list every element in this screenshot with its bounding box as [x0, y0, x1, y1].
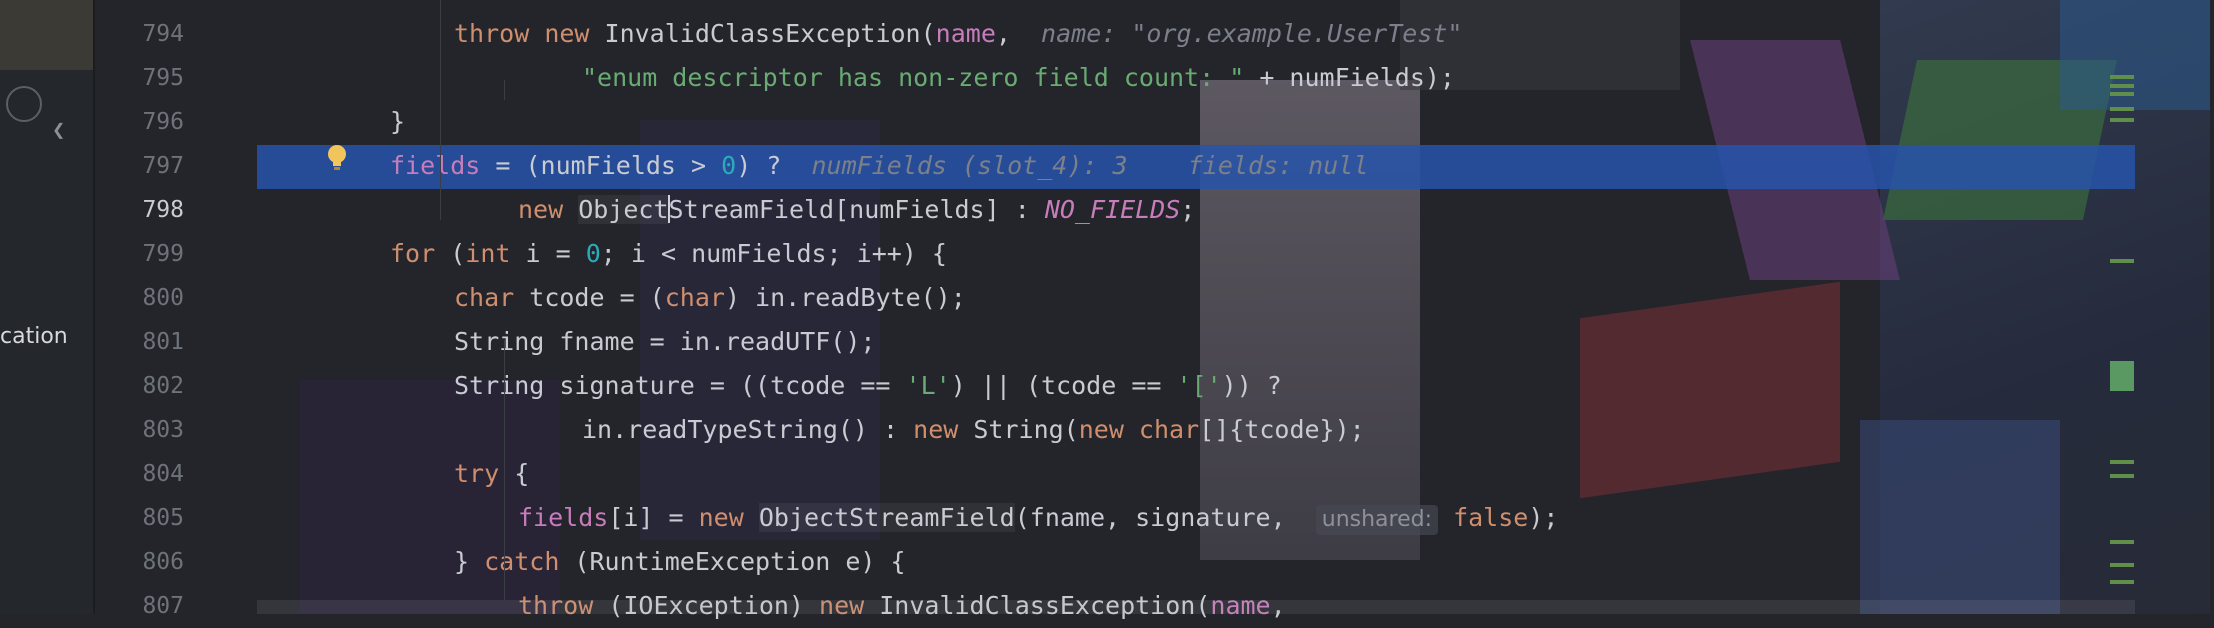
code-token: String(: [973, 415, 1079, 444]
code-token: ) in.readByte();: [724, 283, 966, 312]
code-token: NO_FIELDS: [1044, 195, 1181, 224]
code-token: {: [514, 459, 530, 488]
code-token: ) ?: [736, 151, 812, 180]
code-line[interactable]: fields[i] = new ObjectStreamField(fname,…: [518, 496, 1558, 540]
code-token: int: [465, 239, 526, 268]
line-number[interactable]: 803: [100, 408, 184, 452]
code-token: tcode = (: [529, 283, 665, 312]
code-token: new: [544, 19, 605, 48]
parameter-hint: unshared:: [1315, 505, 1438, 535]
code-token: (: [450, 239, 466, 268]
code-token: (fname, signature,: [1014, 503, 1316, 532]
line-number[interactable]: 797: [100, 144, 184, 188]
code-line[interactable]: for (int i = 0; i < numFields; i++) {: [390, 232, 947, 276]
code-token: (RuntimeException e) {: [574, 547, 906, 576]
code-token: in.readTypeString() :: [582, 415, 914, 444]
line-number[interactable]: 798: [100, 188, 184, 232]
code-line[interactable]: }: [390, 100, 405, 144]
code-token: ) || (tcode ==: [950, 371, 1177, 400]
indent-guide: [440, 0, 441, 220]
code-token: char: [664, 283, 725, 312]
code-line[interactable]: String signature = ((tcode == 'L') || (t…: [454, 364, 1282, 408]
code-token: new: [913, 415, 974, 444]
code-token: Object: [578, 195, 669, 224]
line-number[interactable]: 807: [100, 584, 184, 628]
code-token: char: [454, 283, 530, 312]
code-token: + numFields);: [1244, 63, 1455, 92]
code-token: 'L': [905, 371, 951, 400]
line-number[interactable]: 795: [100, 56, 184, 100]
line-number[interactable]: 799: [100, 232, 184, 276]
line-number[interactable]: 806: [100, 540, 184, 584]
code-token: }: [454, 547, 485, 576]
indent-guide: [504, 80, 505, 100]
intention-bulb-icon[interactable]: [327, 144, 347, 174]
code-token: "enum descriptor has non-zero field coun…: [582, 63, 1245, 92]
code-line[interactable]: String fname = in.readUTF();: [454, 320, 875, 364]
code-line[interactable]: fields = (numFields > 0) ? numFields (sl…: [390, 144, 1368, 188]
code-token: name: [935, 19, 996, 48]
project-tree-item-label[interactable]: cation: [0, 324, 68, 349]
debug-inline-value: numFields (slot_4): 3 fields: null: [811, 151, 1369, 180]
line-number[interactable]: 801: [100, 320, 184, 364]
module-icon: [6, 86, 42, 122]
code-token: []{tcode});: [1199, 415, 1365, 444]
indent-guide: [504, 340, 505, 600]
code-token: '[': [1176, 371, 1222, 400]
code-token: false: [1453, 503, 1529, 532]
line-number[interactable]: 802: [100, 364, 184, 408]
collapse-chevron-icon[interactable]: ❮: [52, 118, 65, 143]
code-token: catch: [484, 547, 575, 576]
code-token: fields: [390, 151, 481, 180]
code-token: ; i < numFields; i++) {: [600, 239, 947, 268]
code-line[interactable]: "enum descriptor has non-zero field coun…: [582, 56, 1455, 100]
code-line[interactable]: in.readTypeString() : new String(new cha…: [582, 408, 1365, 452]
code-token: fields: [518, 503, 609, 532]
code-token: try: [454, 459, 515, 488]
line-number[interactable]: 805: [100, 496, 184, 540]
code-token: 0: [721, 151, 737, 180]
code-token: String fname = in.readUTF();: [454, 327, 876, 356]
debug-inline-value: name: "org.example.UserTest": [1041, 19, 1463, 48]
code-token: 0: [585, 239, 601, 268]
code-token: i =: [525, 239, 586, 268]
error-stripe[interactable]: [2110, 0, 2134, 614]
line-number[interactable]: 800: [100, 276, 184, 320]
horizontal-scrollbar[interactable]: [257, 600, 2135, 614]
code-token: ;: [1180, 195, 1196, 224]
code-token: [i] =: [608, 503, 699, 532]
code-line[interactable]: char tcode = (char) in.readByte();: [454, 276, 966, 320]
tool-window-header: [0, 0, 93, 70]
line-number[interactable]: 804: [100, 452, 184, 496]
code-token: }: [390, 107, 406, 136]
code-token: String signature = ((tcode ==: [454, 371, 906, 400]
code-token: = (numFields >: [480, 151, 722, 180]
code-line[interactable]: new ObjectStreamField[numFields] : NO_FI…: [518, 188, 1195, 232]
code-token: new char: [1078, 415, 1200, 444]
code-token: )) ?: [1221, 371, 1282, 400]
code-token: StreamField[numFields] :: [668, 195, 1045, 224]
code-line[interactable]: } catch (RuntimeException e) {: [454, 540, 906, 584]
code-token: new: [518, 195, 579, 224]
panel-divider[interactable]: [93, 0, 95, 614]
code-token: InvalidClassException(: [604, 19, 936, 48]
line-number[interactable]: 794: [100, 12, 184, 56]
code-line[interactable]: throw new InvalidClassException(name, na…: [454, 12, 1462, 56]
project-tool-window[interactable]: ❮ cation: [0, 0, 93, 614]
code-token: new: [698, 503, 759, 532]
code-token: for: [390, 239, 451, 268]
code-token: ObjectStreamField: [758, 503, 1015, 532]
code-token: throw: [454, 19, 545, 48]
line-number[interactable]: 796: [100, 100, 184, 144]
code-line[interactable]: try {: [454, 452, 529, 496]
code-token: );: [1528, 503, 1559, 532]
code-token: ,: [995, 19, 1042, 48]
